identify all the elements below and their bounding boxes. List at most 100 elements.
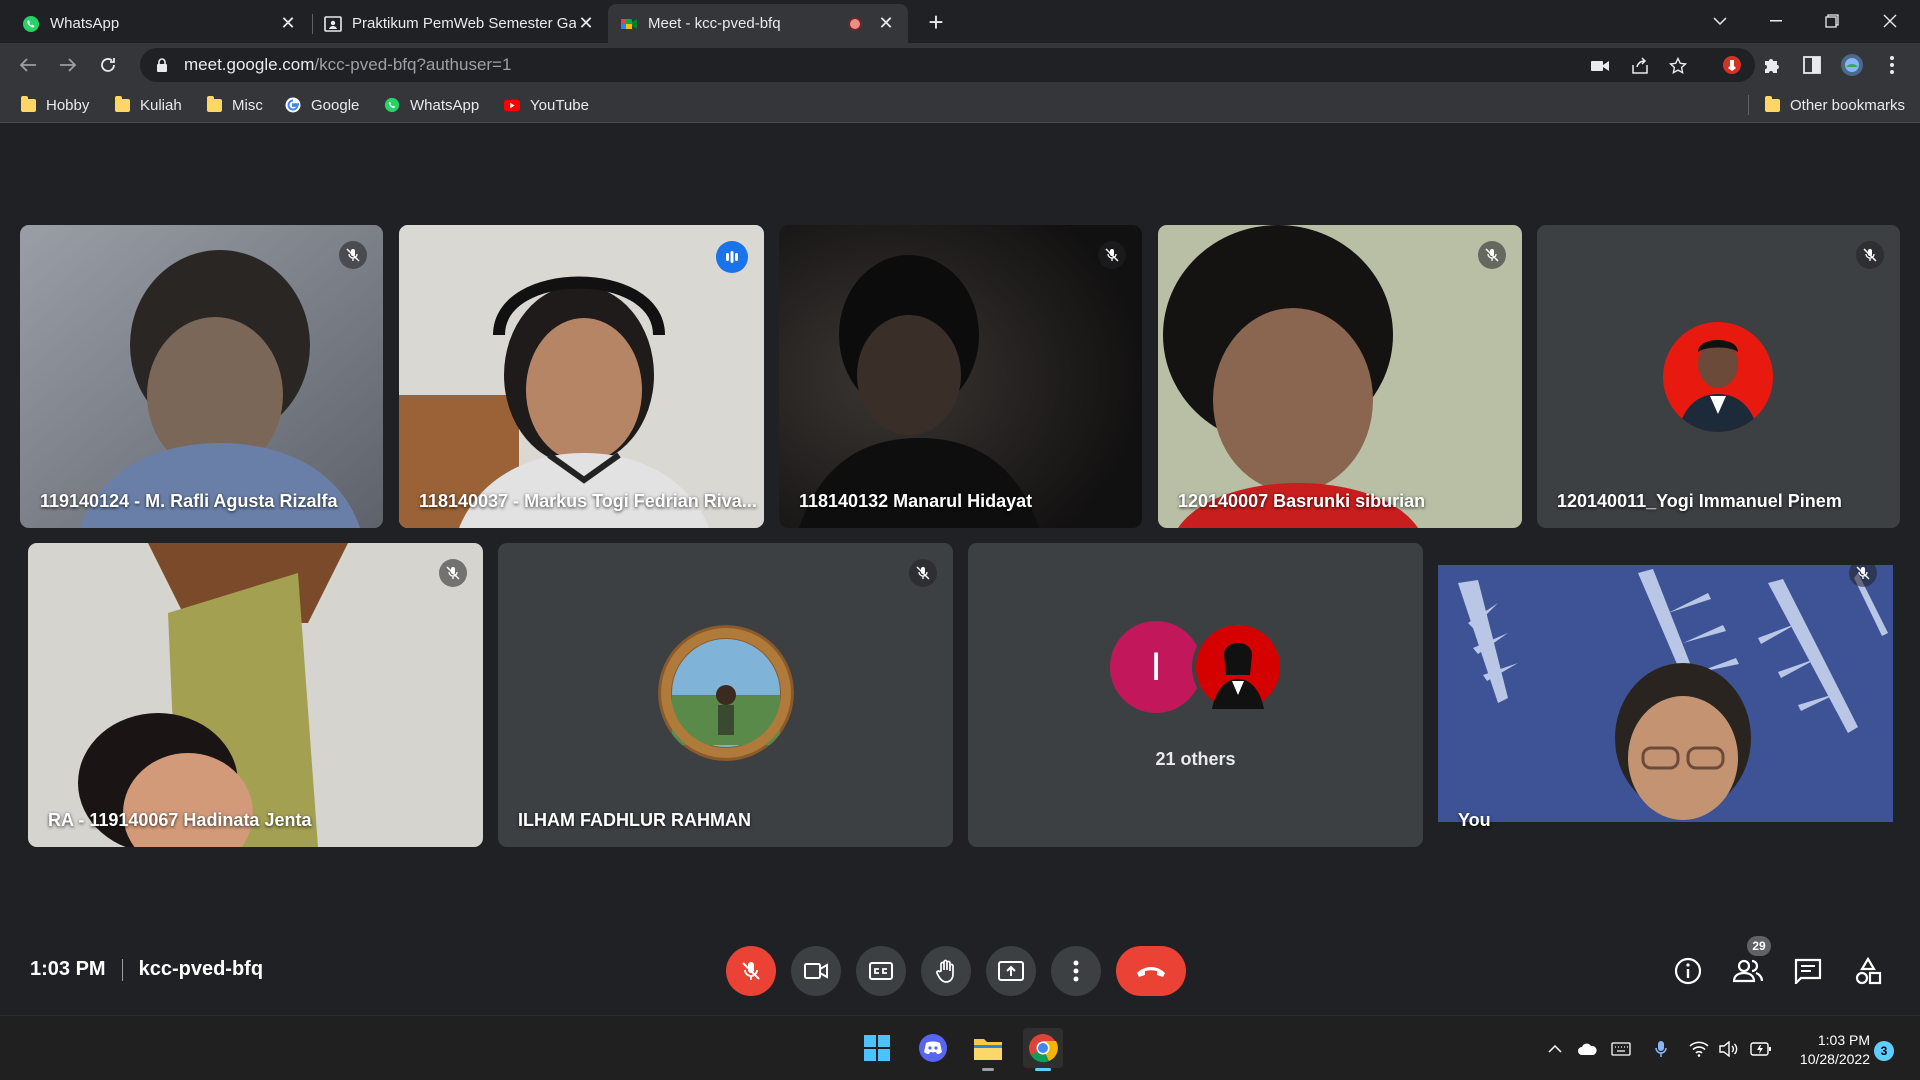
windows-start-button[interactable] (857, 1028, 897, 1068)
back-button[interactable] (12, 49, 44, 81)
participant-tile[interactable]: 119140124 - M. Rafli Agusta Rizalfa (20, 225, 383, 528)
system-clock[interactable]: 1:03 PM 10/28/2022 (1790, 1031, 1870, 1069)
restore-button[interactable] (1812, 6, 1852, 36)
close-window-button[interactable] (1870, 6, 1910, 36)
folder-icon (1764, 95, 1780, 113)
self-tile[interactable]: You (1438, 543, 1893, 847)
bookmark-label: Hobby (46, 96, 90, 114)
wifi-icon[interactable] (1688, 1038, 1710, 1060)
chrome-taskbar-button[interactable] (1023, 1028, 1063, 1071)
volume-icon[interactable] (1718, 1038, 1740, 1060)
whatsapp-icon (22, 15, 40, 33)
muted-mic-icon (439, 559, 467, 587)
tab-whatsapp[interactable]: WhatsApp ✕ (10, 4, 310, 43)
clock-date: 10/28/2022 (1799, 1051, 1870, 1067)
bookmark-whatsapp[interactable]: WhatsApp (384, 94, 479, 116)
leave-call-button[interactable] (1116, 946, 1186, 996)
bookmark-label: Google (311, 96, 360, 114)
participant-name: RA - 119140067 Hadinata Jenta (48, 810, 312, 830)
forward-button[interactable] (52, 49, 84, 81)
profile-avatar-icon[interactable] (1840, 53, 1864, 77)
participant-count-badge: 29 (1747, 936, 1771, 956)
camera-in-use-icon[interactable] (1590, 56, 1610, 76)
tab-strip: WhatsApp ✕ Praktikum PemWeb Semester Ga … (0, 0, 1920, 43)
participant-tile[interactable]: ILHAM FADHLUR RAHMAN (498, 543, 953, 847)
self-video (1438, 543, 1893, 847)
present-now-button[interactable] (986, 946, 1036, 996)
participant-name: 120140007 Basrunki siburian (1178, 491, 1426, 511)
show-hidden-icons-chevron-icon[interactable] (1544, 1038, 1566, 1060)
bookmark-google[interactable]: Google (285, 94, 359, 116)
discord-taskbar-button[interactable] (913, 1028, 953, 1068)
onedrive-cloud-icon[interactable] (1576, 1038, 1598, 1060)
more-options-button[interactable] (1051, 946, 1101, 996)
reload-button[interactable] (92, 49, 124, 81)
microphone-in-use-icon[interactable] (1650, 1038, 1672, 1060)
tab-praktikum[interactable]: Praktikum PemWeb Semester Ga ✕ (312, 4, 608, 43)
new-tab-button[interactable]: + (922, 7, 950, 37)
participant-tile[interactable]: 118140132 Manarul Hidayat (779, 225, 1142, 528)
mic-off-icon (742, 962, 760, 980)
tab-title: Meet - kcc-pved-bfq (648, 15, 781, 32)
bookmark-misc[interactable]: Misc (206, 94, 263, 116)
participant-tile[interactable]: 120140007 Basrunki siburian (1158, 225, 1522, 528)
participant-name: ILHAM FADHLUR RAHMAN (518, 810, 751, 830)
menu-kebab-icon[interactable] (1880, 53, 1904, 77)
participant-tile[interactable]: 120140011_Yogi Immanuel Pinem (1537, 225, 1900, 528)
self-name-label: You (1458, 810, 1491, 830)
address-bar[interactable]: meet.google.com/kcc-pved-bfq?authuser=1 (140, 48, 1755, 82)
others-initial: I (1150, 644, 1162, 689)
raise-hand-icon (936, 959, 954, 983)
running-indicator (982, 1068, 994, 1071)
participant-name: 118140132 Manarul Hidayat (799, 491, 1033, 511)
close-icon[interactable]: ✕ (278, 13, 298, 34)
present-screen-icon (998, 961, 1024, 981)
bookmark-kuliah[interactable]: Kuliah (114, 94, 182, 116)
side-panel-icon[interactable] (1800, 53, 1824, 77)
meeting-details-button[interactable] (1671, 954, 1705, 988)
raise-hand-button[interactable] (921, 946, 971, 996)
keyboard-icon[interactable] (1610, 1038, 1632, 1060)
tab-meet[interactable]: Meet - kcc-pved-bfq ✕ (608, 4, 908, 43)
people-button[interactable] (1731, 954, 1765, 988)
windows-logo-icon (864, 1035, 890, 1061)
captions-button[interactable] (856, 946, 906, 996)
activities-shapes-icon (1855, 957, 1882, 985)
participant-avatar (1663, 322, 1773, 432)
camera-button[interactable] (791, 946, 841, 996)
activities-button[interactable] (1851, 954, 1885, 988)
tab-search-icon[interactable] (1700, 6, 1740, 36)
url-path: /kcc-pved-bfq?authuser=1 (314, 55, 512, 74)
bookmark-star-icon[interactable] (1668, 56, 1688, 76)
meet-icon (620, 15, 638, 33)
muted-mic-icon (909, 559, 937, 587)
others-tile[interactable]: I 21 others (968, 543, 1423, 847)
bookmark-hobby[interactable]: Hobby (20, 94, 89, 116)
share-icon[interactable] (1630, 56, 1650, 76)
extension-red-icon[interactable] (1720, 53, 1744, 77)
file-explorer-taskbar-button[interactable] (968, 1028, 1008, 1071)
bookmark-youtube[interactable]: YouTube (504, 94, 589, 116)
classroom-icon (324, 15, 342, 33)
close-icon[interactable]: ✕ (876, 13, 896, 34)
bookmark-label: WhatsApp (410, 96, 480, 114)
close-icon[interactable]: ✕ (576, 13, 596, 34)
muted-mic-icon (1478, 241, 1506, 269)
participant-tile[interactable]: RA - 119140067 Hadinata Jenta (28, 543, 483, 847)
other-bookmarks-label: Other bookmarks (1790, 96, 1906, 114)
info-icon (1674, 957, 1702, 985)
notification-count-badge[interactable]: 3 (1874, 1041, 1894, 1061)
battery-charging-icon[interactable] (1750, 1038, 1772, 1060)
chat-button[interactable] (1791, 954, 1825, 988)
folder-icon (20, 95, 36, 113)
participant-tile-active-speaker[interactable]: 118140037 - Markus Togi Fedrian Riva... (399, 225, 764, 528)
other-bookmarks[interactable]: Other bookmarks (1764, 94, 1905, 116)
extensions-puzzle-icon[interactable] (1760, 53, 1784, 77)
lock-icon[interactable] (154, 57, 170, 73)
participant-avatar (658, 625, 794, 761)
url-text: meet.google.com/kcc-pved-bfq?authuser=1 (184, 55, 511, 75)
file-explorer-icon (974, 1039, 1002, 1060)
microphone-off-button[interactable] (726, 946, 776, 996)
minimize-button[interactable] (1756, 6, 1796, 36)
bookmark-label: Misc (232, 96, 263, 114)
